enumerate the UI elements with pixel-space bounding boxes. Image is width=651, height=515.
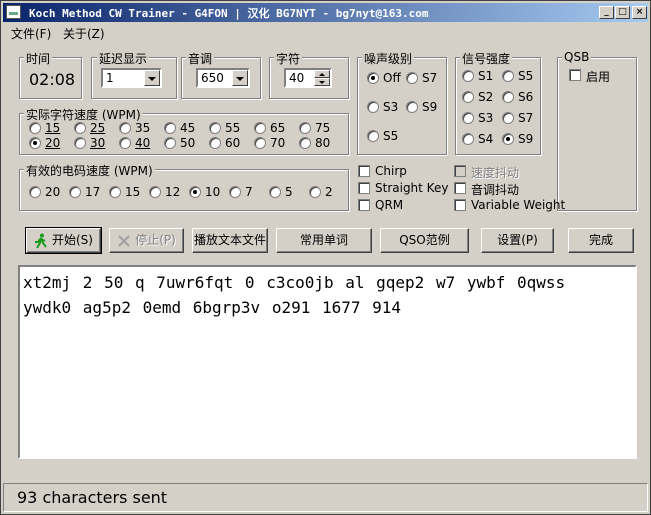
delay-select[interactable]: 1 <box>101 68 162 88</box>
chars-group: 字符 40 <box>269 50 349 99</box>
done-button[interactable]: 完成 <box>568 228 634 253</box>
play-text-file-button[interactable]: 播放文本文件 <box>192 228 268 253</box>
common-words-button[interactable]: 常用单词 <box>276 228 372 253</box>
char-speed-legend: 实际字符速度 (WPM) <box>24 106 143 123</box>
tone-select[interactable]: 650 <box>196 68 250 88</box>
menu-file[interactable]: 文件(F) <box>11 25 51 42</box>
stop-button[interactable]: 停止(P) <box>109 228 184 253</box>
qsb-group: QSB 启用 <box>557 50 637 211</box>
stop-x-icon <box>118 234 130 247</box>
time-group: 时间 02:08 <box>19 50 82 99</box>
signal-group: 信号强度 S1 S5 S2 S6 S3 S7 S4 S9 <box>455 50 541 155</box>
signal-legend: 信号强度 <box>460 50 513 67</box>
delay-value: 1 <box>106 71 114 85</box>
dropdown-arrow-icon[interactable] <box>144 70 160 86</box>
title-bar[interactable]: Koch Method CW Trainer - G4FON | 汉化 BG7N… <box>3 3 648 22</box>
tone-value: 650 <box>201 71 224 85</box>
output-line: xt2mj 2 50 q 7uwr6fqt 0 c3co0jb al gqep2… <box>23 273 566 292</box>
output-textarea[interactable]: xt2mj 2 50 q 7uwr6fqt 0 c3co0jb al gqep2… <box>18 265 637 459</box>
app-icon[interactable] <box>6 5 21 19</box>
chars-legend: 字符 <box>274 50 303 67</box>
settings-button[interactable]: 设置(P) <box>481 228 554 253</box>
time-value: 02:08 <box>29 70 76 89</box>
stop-label: 停止(P) <box>135 233 176 247</box>
window-title: Koch Method CW Trainer - G4FON | 汉化 BG7N… <box>29 7 429 20</box>
chars-value: 40 <box>289 71 305 85</box>
start-button[interactable]: 开始(S) <box>25 227 102 254</box>
effective-speed-legend: 有效的电码速度 (WPM) <box>24 162 155 179</box>
tone-group: 音调 650 <box>181 50 261 99</box>
app-window: Koch Method CW Trainer - G4FON | 汉化 BG7N… <box>0 0 651 515</box>
start-label: 开始(S) <box>52 233 93 247</box>
char-speed-group: 实际字符速度 (WPM) 15 25 35 45 55 65 75 20 30 … <box>19 106 349 155</box>
maximize-button[interactable]: □ <box>615 6 630 19</box>
close-button[interactable]: × <box>632 6 647 19</box>
delay-group: 延迟显示 1 <box>91 50 177 99</box>
time-legend: 时间 <box>24 50 53 67</box>
dropdown-arrow-icon[interactable] <box>232 70 248 86</box>
running-man-icon <box>35 233 47 249</box>
qsb-legend: QSB <box>562 50 592 64</box>
chars-spinner[interactable]: 40 <box>284 68 332 88</box>
output-line: ywdk0 ag5p2 0emd 6bgrp3v o291 1677 914 <box>23 298 402 317</box>
noise-legend: 噪声级别 <box>362 50 415 67</box>
noise-group: 噪声级别 Off S7 S3 S9 S5 <box>357 50 447 155</box>
minimize-button[interactable]: _ <box>599 6 614 19</box>
status-text: 93 characters sent <box>17 488 168 507</box>
spin-down-icon[interactable] <box>314 78 330 86</box>
effective-speed-group: 有效的电码速度 (WPM) 20 17 15 12 10 7 5 2 <box>19 162 349 211</box>
spin-up-icon[interactable] <box>314 70 330 78</box>
menu-about[interactable]: 关于(Z) <box>63 25 105 42</box>
delay-legend: 延迟显示 <box>97 50 150 67</box>
status-bar: 93 characters sent <box>3 483 648 512</box>
qso-examples-button[interactable]: QSO范例 <box>380 228 469 253</box>
tone-legend: 音调 <box>186 50 215 67</box>
